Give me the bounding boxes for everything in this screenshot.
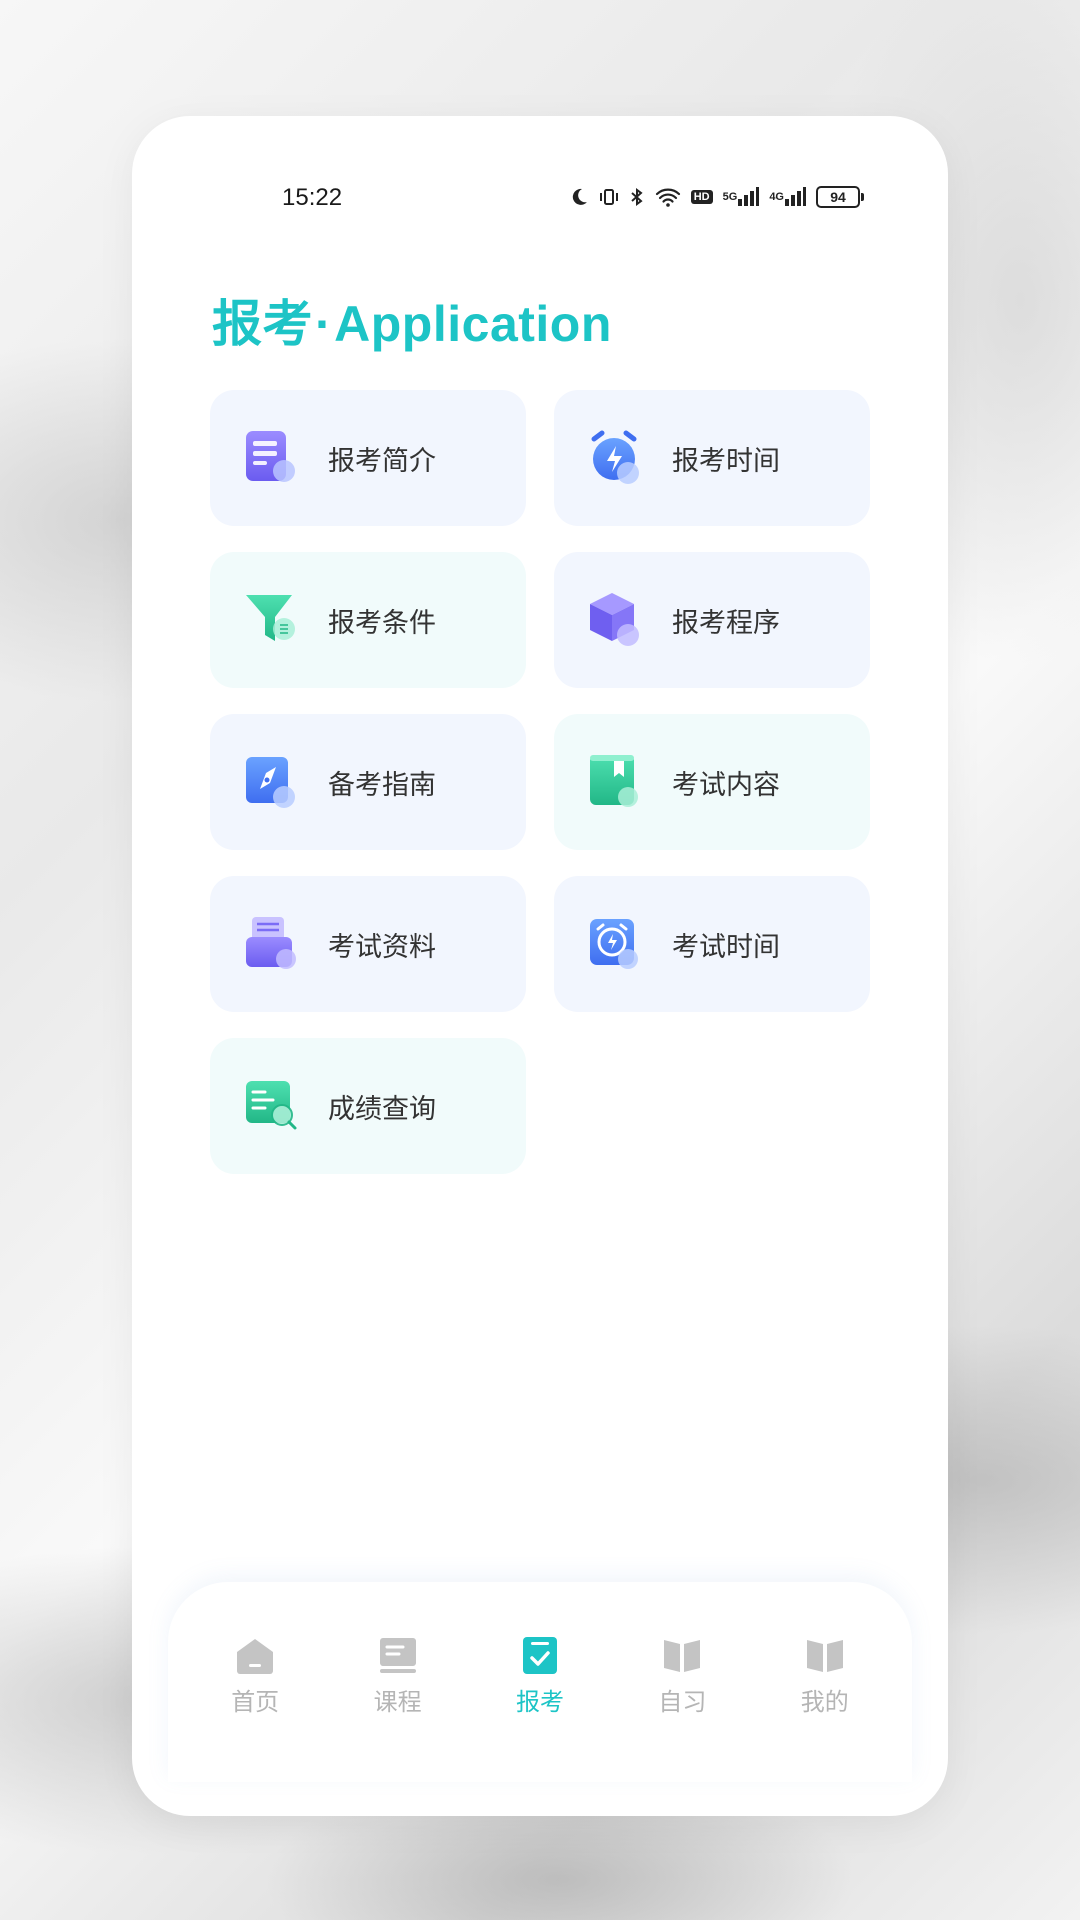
status-time: 15:22 [282,184,343,211]
menu-label: 成绩查询 [328,1093,436,1125]
application-menu-grid: 报考简介 报考时间 报考条件 报考程序 备考指南 考试内容 考试资料 考试时间 … [210,390,870,1174]
compass-icon [246,757,295,808]
menu-item-exam-time[interactable]: 考试时间 [554,876,870,1012]
moon-icon [569,187,589,207]
hd-badge: HD [690,190,713,204]
tab-label: 我的 [800,1688,849,1716]
tab-label: 课程 [373,1688,422,1716]
funnel-icon [246,595,295,641]
menu-label: 考试资料 [328,931,436,963]
wifi-icon [655,187,681,207]
menu-item-score-inquiry[interactable]: 成绩查询 [210,1038,526,1174]
menu-label: 报考程序 [672,607,780,639]
document-icon [246,431,295,482]
signal-4g-icon: 4G [769,187,806,207]
tab-courses[interactable]: 课程 [343,1582,453,1782]
title-cn: 报考 [212,296,313,352]
tab-application[interactable]: 报考 [485,1582,595,1782]
battery-indicator: 94 [816,186,864,208]
home-icon [237,1639,274,1674]
tab-label: 首页 [231,1688,280,1716]
menu-item-exam-guide[interactable]: 备考指南 [210,714,526,850]
alarm-square-icon [590,919,638,969]
menu-item-application-time[interactable]: 报考时间 [554,390,870,526]
menu-item-application-procedure[interactable]: 报考程序 [554,552,870,688]
menu-label: 备考指南 [328,769,436,801]
tab-self-study[interactable]: 自习 [627,1582,737,1782]
menu-label: 考试内容 [672,769,780,801]
alarm-clock-icon [591,430,639,484]
open-book-icon [664,1640,701,1672]
folder-stack-icon [246,917,296,969]
tab-label: 报考 [515,1688,564,1716]
tab-label: 自习 [658,1688,707,1716]
profile-book-icon [806,1640,843,1672]
signal-5g-icon: 5G [723,187,760,207]
book-icon [590,755,638,807]
menu-label: 考试时间 [672,931,780,963]
tab-profile[interactable]: 我的 [770,1582,880,1782]
status-icons: HD 5G 4G 94 [569,186,864,208]
menu-label: 报考条件 [328,607,436,639]
title-dot: · [315,296,333,352]
bottom-tab-bar: 首页 课程 报考 自习 我的 [168,1582,912,1782]
course-icon [379,1638,416,1673]
menu-label: 报考简介 [328,445,436,477]
tab-home[interactable]: 首页 [200,1582,310,1782]
bluetooth-icon [629,187,645,207]
app-screen: 15:22 HD 5G 4G 94 报考·Application 报考简介 报考… [132,116,948,1816]
menu-item-exam-content[interactable]: 考试内容 [554,714,870,850]
exam-check-icon [522,1637,557,1674]
page-title: 报考·Application [212,284,612,356]
menu-item-application-intro[interactable]: 报考简介 [210,390,526,526]
menu-item-exam-materials[interactable]: 考试资料 [210,876,526,1012]
title-en: Application [334,296,612,352]
status-bar: 15:22 HD 5G 4G 94 [132,180,948,220]
menu-label: 报考时间 [672,445,780,477]
vibrate-icon [599,187,619,207]
menu-item-application-requirements[interactable]: 报考条件 [210,552,526,688]
cube-icon [590,593,639,646]
search-list-icon [246,1081,297,1130]
